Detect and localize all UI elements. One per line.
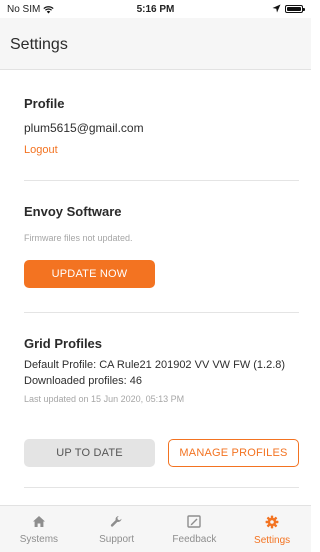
grid-profiles-title: Grid Profiles [24, 336, 103, 351]
settings-content: Profile plum5615@gmail.com Logout Envoy … [0, 70, 311, 505]
tab-systems[interactable]: Systems [0, 506, 78, 552]
envoy-section: Envoy Software Firmware files not update… [24, 204, 299, 243]
tab-systems-label: Systems [19, 534, 59, 545]
wrench-icon [110, 516, 122, 527]
up-to-date-button[interactable]: UP TO DATE [24, 439, 155, 467]
last-updated: Last updated on 15 Jun 2020, 05:13 PM [24, 394, 185, 404]
tab-settings-label: Settings [254, 535, 291, 546]
battery-icon [285, 4, 305, 13]
envoy-title: Envoy Software [24, 204, 122, 219]
divider [24, 180, 299, 181]
tab-settings[interactable]: Settings [233, 506, 311, 552]
update-now-button[interactable]: UPDATE NOW [24, 260, 155, 288]
profile-section: Profile plum5615@gmail.com Logout [24, 96, 299, 156]
divider [24, 312, 299, 313]
profile-email: plum5615@gmail.com [24, 121, 144, 135]
logout-link[interactable]: Logout [24, 144, 299, 156]
feedback-icon [187, 515, 202, 528]
grid-profiles-section: Grid Profiles Default Profile: CA Rule21… [24, 336, 299, 404]
home-icon [32, 516, 45, 527]
default-profile: Default Profile: CA Rule21 201902 VV VW … [24, 359, 286, 371]
tab-support[interactable]: Support [78, 506, 156, 552]
firmware-status: Firmware files not updated. [24, 233, 133, 243]
nav-header: Settings [0, 18, 311, 70]
downloaded-profiles: Downloaded profiles: 46 [24, 375, 143, 387]
clock: 5:16 PM [136, 4, 175, 15]
tab-feedback-label: Feedback [172, 534, 217, 545]
location-arrow-icon [272, 4, 281, 13]
tab-support-label: Support [99, 534, 135, 545]
tab-bar: Systems Support Feedback Settings [0, 505, 311, 552]
profile-title: Profile [24, 96, 65, 111]
gear-icon [265, 515, 279, 529]
page-title: Settings [10, 36, 68, 53]
divider [24, 487, 299, 488]
manage-profiles-button[interactable]: MANAGE PROFILES [168, 439, 299, 467]
tab-feedback[interactable]: Feedback [156, 506, 234, 552]
status-bar: No SIM 5:16 PM [0, 0, 311, 18]
